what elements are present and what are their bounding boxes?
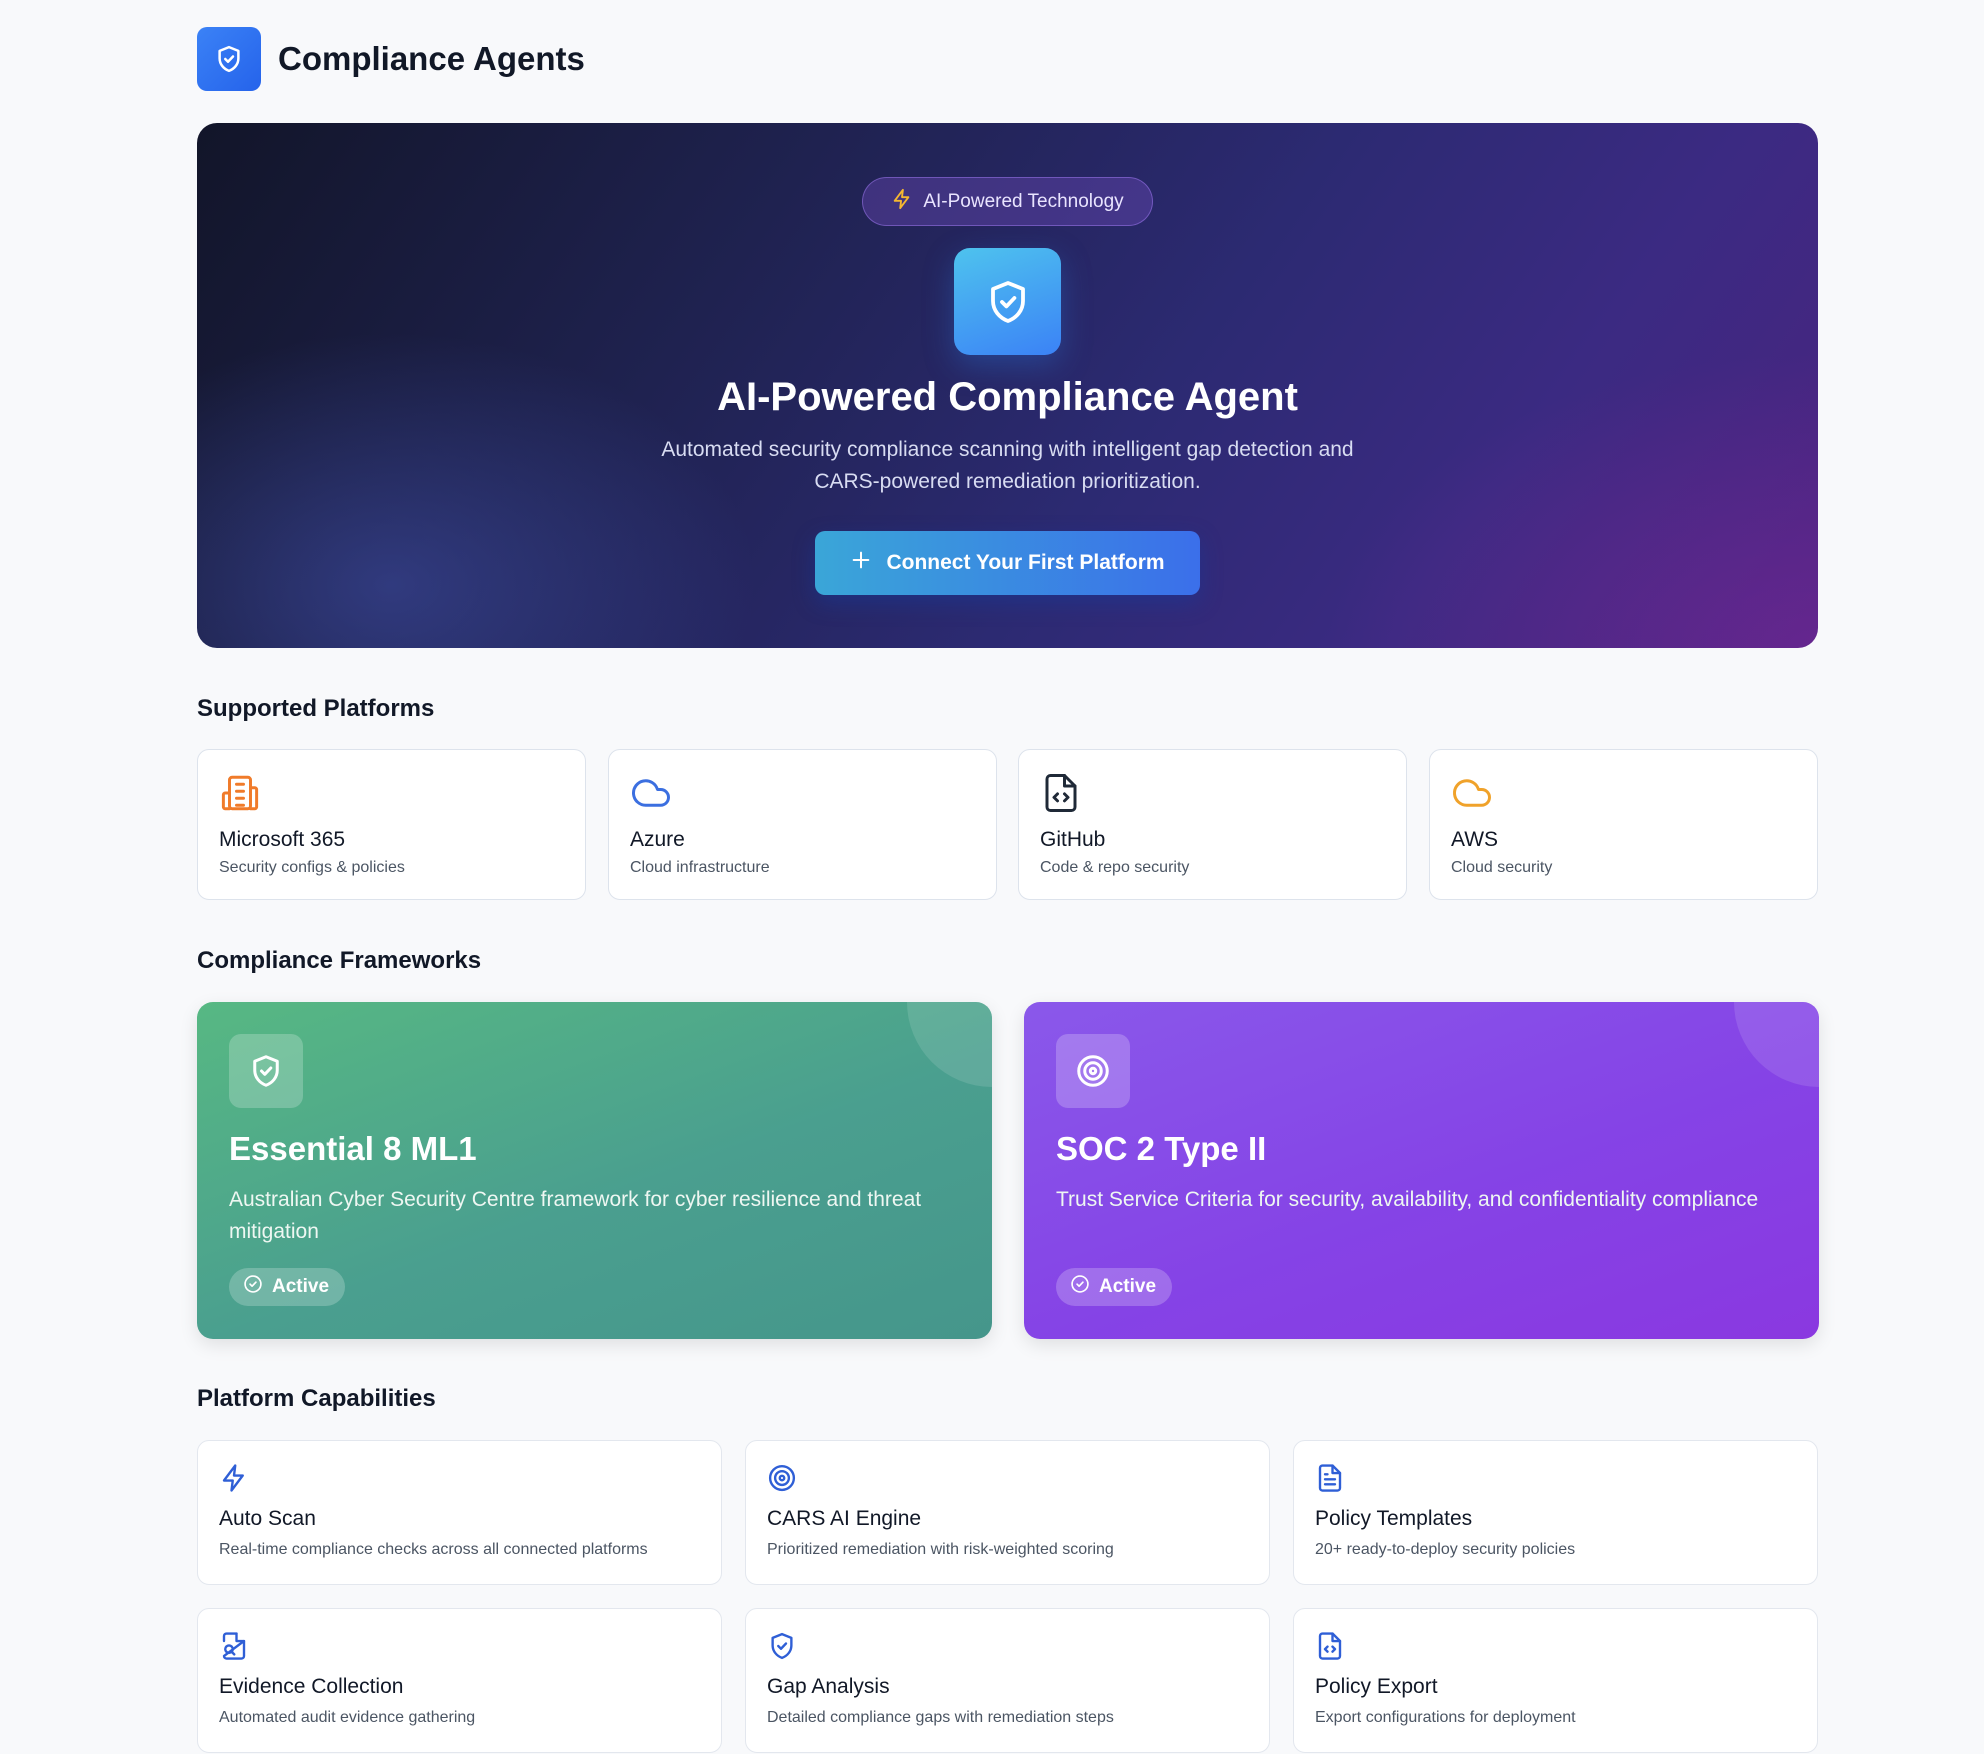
- platform-card-github[interactable]: GitHub Code & repo security: [1018, 749, 1407, 900]
- decorative-circle: [907, 1002, 992, 1087]
- building-icon: [219, 772, 261, 814]
- status-badge-label: Active: [272, 1276, 330, 1297]
- shield-check-icon[interactable]: [197, 27, 261, 91]
- platform-card-aws[interactable]: AWS Cloud security: [1429, 749, 1818, 900]
- framework-card-soc2[interactable]: SOC 2 Type II Trust Service Criteria for…: [1024, 1002, 1819, 1339]
- capability-desc: 20+ ready-to-deploy security policies: [1315, 1541, 1576, 1558]
- hero-badge-label: AI-Powered Technology: [923, 190, 1124, 212]
- connect-platform-button[interactable]: Connect Your First Platform: [815, 531, 1200, 595]
- cloud-icon: [630, 772, 672, 814]
- platform-desc: Cloud infrastructure: [630, 859, 770, 876]
- platform-name: AWS: [1451, 828, 1499, 851]
- shield-check-icon: [767, 1631, 797, 1661]
- framework-desc: Australian Cyber Security Centre framewo…: [229, 1188, 922, 1243]
- file-search-icon: [219, 1631, 249, 1661]
- platform-desc: Cloud security: [1451, 859, 1553, 876]
- platform-card-microsoft-365[interactable]: Microsoft 365 Security configs & policie…: [197, 749, 586, 900]
- platform-desc: Code & repo security: [1040, 859, 1190, 876]
- target-icon: [1056, 1034, 1130, 1108]
- capability-card-gap-analysis[interactable]: Gap Analysis Detailed compliance gaps wi…: [745, 1608, 1270, 1753]
- capability-name: CARS AI Engine: [767, 1507, 922, 1530]
- document-icon: [1315, 1463, 1345, 1493]
- lightning-icon: [219, 1463, 249, 1493]
- capability-name: Auto Scan: [219, 1507, 316, 1530]
- platform-name: Azure: [630, 828, 685, 851]
- hero-subtitle-line-2: CARS-powered remediation prioritization.: [814, 470, 1201, 493]
- shield-check-icon: [954, 248, 1061, 355]
- connect-platform-label: Connect Your First Platform: [886, 551, 1165, 574]
- capability-name: Evidence Collection: [219, 1675, 404, 1698]
- capability-desc: Export configurations for deployment: [1315, 1709, 1576, 1726]
- app-title: Compliance Agents: [278, 40, 585, 77]
- capability-card-cars-ai-engine[interactable]: CARS AI Engine Prioritized remediation w…: [745, 1440, 1270, 1585]
- file-code-icon: [1315, 1631, 1345, 1661]
- section-title-frameworks: Compliance Frameworks: [197, 947, 482, 974]
- capability-card-policy-export[interactable]: Policy Export Export configurations for …: [1293, 1608, 1818, 1753]
- check-circle-icon: [1070, 1274, 1090, 1300]
- capability-desc: Detailed compliance gaps with remediatio…: [767, 1709, 1114, 1726]
- check-circle-icon: [243, 1274, 263, 1300]
- page: Compliance Agents AI-Powered Technology …: [0, 0, 1984, 1754]
- hero-subtitle-line-1: Automated security compliance scanning w…: [661, 438, 1354, 461]
- framework-title: Essential 8 ML1: [229, 1130, 477, 1167]
- app-header: Compliance Agents: [197, 27, 585, 91]
- framework-card-essential-8[interactable]: Essential 8 ML1 Australian Cyber Securit…: [197, 1002, 992, 1339]
- capability-desc: Prioritized remediation with risk-weight…: [767, 1541, 1114, 1558]
- framework-desc: Trust Service Criteria for security, ava…: [1056, 1188, 1759, 1211]
- capability-card-evidence-collection[interactable]: Evidence Collection Automated audit evid…: [197, 1608, 722, 1753]
- capability-desc: Automated audit evidence gathering: [219, 1709, 476, 1726]
- file-code-icon: [1040, 772, 1082, 814]
- cloud-icon: [1451, 772, 1493, 814]
- hero-subtitle: Automated security compliance scanning w…: [197, 434, 1818, 498]
- platform-card-azure[interactable]: Azure Cloud infrastructure: [608, 749, 997, 900]
- platform-desc: Security configs & policies: [219, 859, 405, 876]
- capability-name: Policy Export: [1315, 1675, 1438, 1698]
- section-title-platforms: Supported Platforms: [197, 695, 435, 722]
- platform-name: GitHub: [1040, 828, 1106, 851]
- plus-icon: [850, 549, 872, 577]
- capability-desc: Real-time compliance checks across all c…: [219, 1541, 648, 1558]
- framework-title: SOC 2 Type II: [1056, 1130, 1267, 1167]
- capability-card-policy-templates[interactable]: Policy Templates 20+ ready-to-deploy sec…: [1293, 1440, 1818, 1585]
- shield-check-icon: [229, 1034, 303, 1108]
- status-badge: Active: [229, 1268, 346, 1306]
- lightning-icon: [891, 188, 913, 216]
- capability-card-auto-scan[interactable]: Auto Scan Real-time compliance checks ac…: [197, 1440, 722, 1585]
- capability-name: Policy Templates: [1315, 1507, 1473, 1530]
- platform-name: Microsoft 365: [219, 828, 346, 851]
- hero-banner: AI-Powered Technology AI-Powered Complia…: [197, 123, 1818, 648]
- hero-badge: AI-Powered Technology: [862, 177, 1153, 226]
- status-badge-label: Active: [1099, 1276, 1157, 1297]
- status-badge: Active: [1056, 1268, 1173, 1306]
- hero-title: AI-Powered Compliance Agent: [717, 375, 1298, 419]
- section-title-capabilities: Platform Capabilities: [197, 1385, 436, 1412]
- capability-name: Gap Analysis: [767, 1675, 890, 1698]
- target-icon: [767, 1463, 797, 1493]
- decorative-circle: [1734, 1002, 1819, 1087]
